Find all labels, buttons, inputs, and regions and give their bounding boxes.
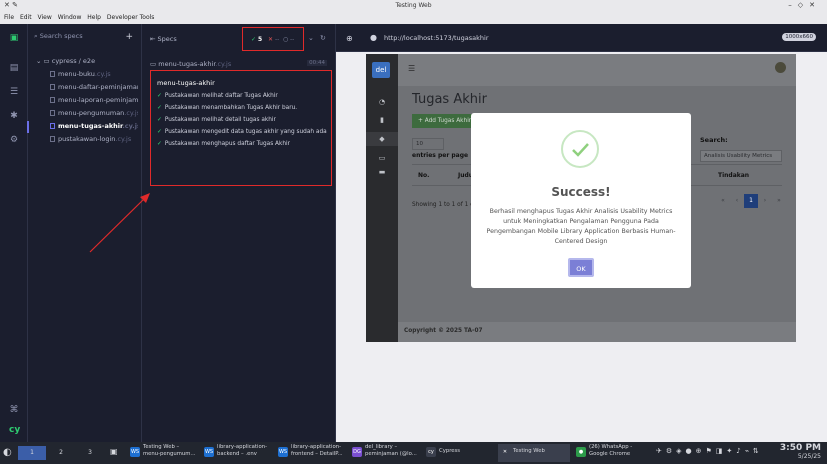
page-current[interactable]: 1 (744, 194, 758, 208)
announcement-icon[interactable]: ▭ (377, 154, 387, 162)
task-cypress[interactable]: cy Cypress (424, 444, 494, 462)
hamburger-menu-icon[interactable]: ☰ (408, 64, 415, 73)
table-search-input[interactable]: Analisis Usability Metrics (700, 150, 782, 162)
task-library-backend[interactable]: WS library-application-backend – .env (202, 444, 272, 462)
webstorm-icon: WS (130, 447, 140, 457)
task-datagrip[interactable]: DG del_library – peminjaman (@lo... (350, 444, 420, 462)
page-next[interactable]: › (758, 194, 772, 208)
dashboard-icon[interactable]: ◔ (377, 98, 387, 106)
more-icon[interactable]: ▬ (377, 168, 387, 176)
start-menu-icon[interactable]: ◐ (3, 447, 12, 458)
datagrip-icon: DG (352, 447, 362, 457)
avatar[interactable] (775, 62, 786, 73)
selector-playground-icon[interactable]: ⊕ (346, 34, 353, 43)
graduation-cap-icon[interactable]: ◆ (366, 132, 398, 146)
column-header[interactable]: Tindakan (718, 172, 749, 179)
page-prev[interactable]: ‹ (730, 194, 744, 208)
webstorm-icon: WS (278, 447, 288, 457)
workspace-1[interactable]: 1 (18, 446, 46, 460)
taskbar: ◐ 1 2 3 ▣ WS Testing Web – menu-pengumum.… (0, 442, 827, 464)
entries-per-page-select[interactable]: 10 (412, 138, 444, 150)
dialog-title: Success! (551, 185, 611, 199)
chrome-icon: ● (576, 447, 586, 457)
close-x-icon: ✕ (500, 447, 510, 457)
column-header[interactable]: No. (418, 172, 429, 179)
task-library-frontend[interactable]: WS library-application-frontend – Detail… (276, 444, 346, 462)
app-topbar: ☰ (398, 54, 796, 86)
page-first[interactable]: « (716, 194, 730, 208)
app-footer: Copyright © 2025 TA-07 (398, 322, 796, 342)
copyright-text: Copyright © 2025 TA-07 (404, 328, 483, 334)
cypress-icon: cy (426, 447, 436, 457)
search-label: Search: (700, 136, 728, 144)
globe-icon: ● (370, 33, 377, 42)
ok-button[interactable]: OK (568, 258, 594, 277)
show-desktop-icon[interactable]: ▣ (110, 447, 118, 456)
url-text: http://localhost:5173/tugasakhir (384, 34, 489, 42)
workspace-2[interactable]: 2 (47, 446, 75, 460)
clock[interactable]: 3:50 PM 5/25/25 (780, 443, 821, 460)
workspace-3[interactable]: 3 (76, 446, 104, 460)
book-icon[interactable]: ▮ (377, 116, 387, 124)
success-check-icon (561, 130, 599, 168)
app-under-test: del ◔ ▮ ◆ ▭ ▬ ☰ Tugas Akhir + Add Tugas … (366, 54, 796, 342)
success-dialog: Success! Berhasil menghapus Tugas Akhir … (471, 113, 691, 288)
viewport-badge[interactable]: 1000x660 (782, 33, 816, 41)
url-bar: ⊕ ● http://localhost:5173/tugasakhir 100… (336, 24, 827, 52)
system-tray-icons[interactable]: ✈⚙◈●⊕⚑◨✦♪⌁⇅ (656, 447, 763, 455)
task-chrome-whatsapp[interactable]: ● (26) WhatsApp - Google Chrome (574, 444, 644, 462)
add-tugas-akhir-button[interactable]: + Add Tugas Akhir (412, 114, 474, 128)
dialog-message: Berhasil menghapus Tugas Akhir Analisis … (486, 208, 676, 245)
task-testing-web-ws[interactable]: WS Testing Web – menu-pengumum... (128, 444, 198, 462)
page-title: Tugas Akhir (412, 92, 487, 107)
task-testing-web[interactable]: ✕ Testing Web (498, 444, 570, 462)
app-sidebar: del ◔ ▮ ◆ ▭ ▬ (366, 54, 398, 342)
webstorm-icon: WS (204, 447, 214, 457)
page-last[interactable]: » (772, 194, 786, 208)
del-logo[interactable]: del (372, 62, 390, 78)
url-field: ● http://localhost:5173/tugasakhir 1000x… (366, 30, 820, 46)
entries-per-page-label: entries per page (412, 152, 469, 159)
app-preview: ⊕ ● http://localhost:5173/tugasakhir 100… (336, 24, 827, 442)
